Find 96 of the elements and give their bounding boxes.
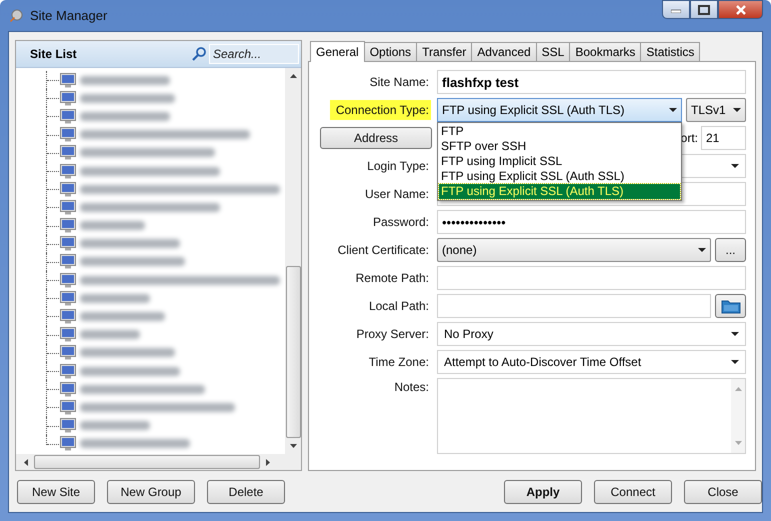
maximize-icon [698,4,710,14]
dialog-button[interactable]: Apply [504,480,582,504]
computer-icon [60,364,76,379]
field-label: User Name: [364,186,430,203]
field-label: Time Zone: [368,354,430,371]
computer-icon [60,345,76,360]
port-field[interactable]: 21 [701,126,746,150]
dropdown-option[interactable]: FTP using Explicit SSL (Auth SSL) [439,169,680,184]
field-label: Site Name: [368,74,430,91]
scroll-up-icon [734,387,742,391]
computer-icon [60,200,76,215]
computer-icon [60,236,76,252]
scroll-up-icon [290,74,296,78]
search-field[interactable]: Search... [209,44,299,64]
field-label: Remote Path: [354,270,430,287]
dialog-button[interactable]: Close [684,480,762,504]
text-field[interactable] [437,266,746,290]
tab[interactable]: Advanced [471,42,537,61]
dropdown-arrow-icon [731,360,739,364]
dropdown-arrow-icon [698,248,706,252]
dialog-button[interactable]: Connect [594,480,672,504]
computer-icon [60,290,76,306]
computer-icon [60,400,76,415]
window-title: Site Manager [30,8,108,23]
address-button[interactable]: Address [320,127,432,149]
scroll-down-icon [734,441,742,445]
computer-icon [60,90,76,106]
scroll-down-icon [290,444,296,448]
scroll-thumb[interactable] [286,266,300,438]
notes-field[interactable] [437,378,746,454]
blurred-text [80,294,150,303]
computer-icon [60,327,76,342]
password-field[interactable]: •••••••••••••• [437,210,746,234]
scroll-left-icon [24,458,28,466]
computer-icon [60,108,76,124]
dropdown-arrow-icon [669,108,677,112]
field-label: Client Certificate: [336,242,430,259]
dropdown[interactable]: TLSv1 [686,98,746,122]
browse-button[interactable]: ... [715,238,746,262]
computer-icon [60,182,76,197]
tab[interactable]: SSL [536,42,570,61]
computer-icon [60,127,76,142]
search-icon [191,46,207,62]
dropdown[interactable]: (none) [437,238,711,262]
field-label: Password: [372,214,430,231]
horizontal-scrollbar[interactable] [16,454,301,470]
blurred-text [80,221,145,230]
close-button[interactable] [718,0,763,19]
computer-icon [60,272,76,288]
dropdown-option[interactable]: FTP using Implicit SSL [439,154,680,169]
vertical-scrollbar[interactable] [285,68,301,454]
computer-icon [60,145,76,160]
tab[interactable]: Statistics [640,42,700,61]
dropdown-arrow-icon [733,108,741,112]
dropdown[interactable]: No Proxy [437,322,746,346]
tab[interactable]: Transfer [416,42,472,61]
scroll-right-icon [266,458,270,466]
computer-icon [60,254,76,270]
tab[interactable]: Bookmarks [569,42,642,61]
computer-icon [60,382,76,397]
dialog-button[interactable]: New Group [107,480,195,504]
field-label: Proxy Server: [355,326,430,343]
dialog-button[interactable]: New Site [17,480,95,504]
close-icon [734,4,746,14]
dropdown[interactable]: FTP using Explicit SSL (Auth TLS) [437,98,682,122]
computer-icon [60,436,76,452]
dropdown-arrow-icon [731,164,739,168]
app-icon [8,8,24,24]
dropdown-arrow-icon [731,332,739,336]
computer-icon [60,418,76,434]
blurred-text [80,421,150,430]
minimize-icon [671,6,681,12]
tab[interactable]: General [310,41,365,62]
field-label: Notes: [393,379,430,396]
text-field[interactable]: flashfxp test [437,70,746,94]
scroll-thumb[interactable] [34,455,260,469]
dropdown-option[interactable]: SFTP over SSH [439,139,680,154]
computer-icon [60,218,76,234]
tab[interactable]: Options [364,42,418,61]
minimize-button[interactable] [662,0,690,19]
folder-icon [720,298,740,314]
dropdown-option[interactable]: FTP using Explicit SSL (Auth TLS) [439,184,680,199]
dropdown-option[interactable]: FTP [439,124,680,139]
blurred-text [80,330,140,340]
browse-button[interactable] [715,294,746,318]
site-list-title: Site List [30,47,78,61]
computer-icon [60,72,76,88]
field-label: Connection Type: [330,100,431,120]
dialog-button[interactable]: Delete [207,480,285,504]
field-label: Login Type: [366,158,430,175]
field-label: Local Path: [368,298,430,315]
dropdown[interactable]: Attempt to Auto-Discover Time Offset [437,350,746,374]
text-field[interactable] [437,294,711,318]
computer-icon [60,309,76,324]
maximize-button[interactable] [690,0,718,19]
computer-icon [60,164,76,179]
